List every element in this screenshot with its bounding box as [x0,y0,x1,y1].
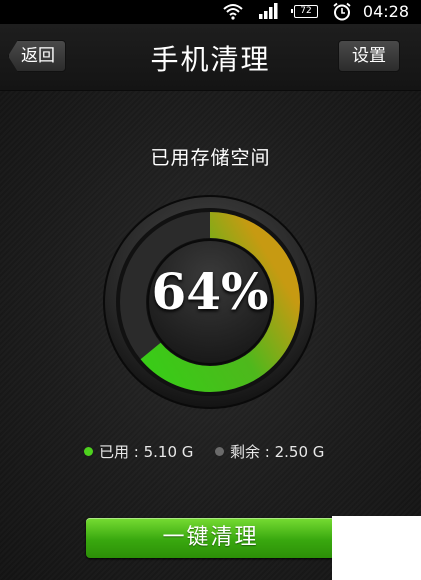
legend-used: 已用 : 5.10 G [84,441,193,462]
battery-icon: 72 [291,5,318,18]
one-click-clean-button[interactable]: 一键清理 [86,518,335,558]
status-time: 04:28 [362,2,409,21]
storage-gauge: 64% [102,194,318,410]
storage-legend: 已用 : 5.10 G 剩余 : 2.50 G [0,441,421,461]
wifi-icon [222,2,244,24]
used-dot-icon [84,447,93,456]
alarm-icon [332,2,352,25]
title-bar: 返回 手机清理 设置 [0,24,421,91]
remaining-value: 剩余 : 2.50 G [230,443,325,461]
used-value: 已用 : 5.10 G [99,443,194,461]
main-panel: 已用存储空间 64% 已用: 5.10 G 剩余: 2.50 G 一键清理 [0,91,421,580]
storage-heading: 已用存储空间 [150,147,271,169]
remaining-dot-icon [215,447,224,456]
used-percent-label: 64% [151,262,269,321]
legend-remaining: 剩余 : 2.50 G [215,441,324,462]
signal-icon [258,2,280,24]
status-bar: 72 04:28 [0,0,421,24]
settings-button[interactable]: 设置 [338,40,400,72]
edge-background [332,516,421,580]
